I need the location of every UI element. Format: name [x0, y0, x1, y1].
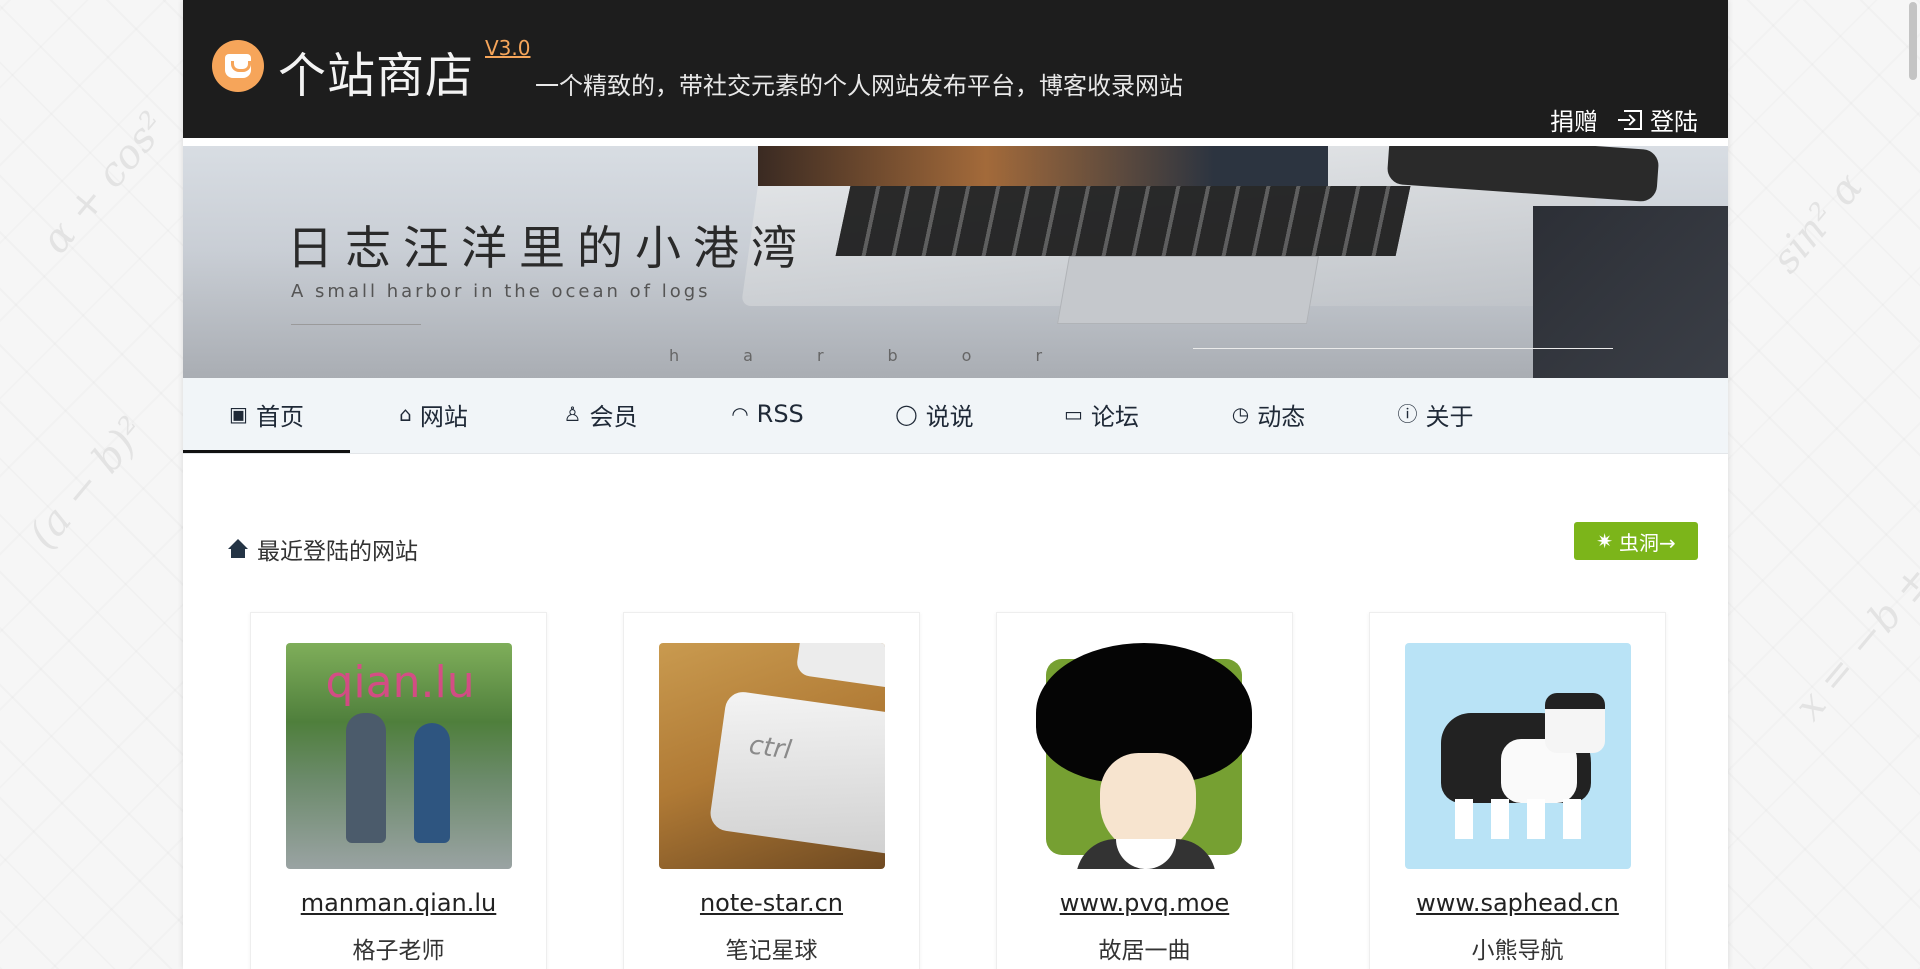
background-decoration: sin² α [1762, 164, 1872, 282]
site-card: ctrl note-star.cn 笔记星球 [623, 612, 920, 969]
site-tagline: 一个精致的，带社交元素的个人网站发布平台，博客收录网站 [535, 72, 1183, 100]
site-header: 个站商店 V3.0 一个精致的，带社交元素的个人网站发布平台，博客收录网站 捐赠… [183, 0, 1728, 146]
logo-bag-icon[interactable] [212, 40, 264, 92]
main-nav: ▣ 首页 ⌂ 网站 ♙ 会员 ◠ RSS ◯ 说说 ▭ 论坛 ◷ 动态 ⓘ 关于 [183, 378, 1728, 454]
keyboard-image [835, 186, 1411, 256]
site-url-link[interactable]: www.saphead.cn [1416, 889, 1619, 917]
forum-icon: ▭ [1064, 402, 1083, 426]
nav-label: 首页 [255, 402, 304, 431]
site-avatar[interactable]: qian.lu [285, 643, 512, 869]
header-actions: 捐赠 登陆 [1550, 102, 1698, 137]
avatar-watermark: qian.lu [325, 657, 475, 708]
scrollbar-thumb[interactable] [1909, 2, 1917, 80]
banner-line [1193, 348, 1613, 349]
login-label: 登陆 [1650, 108, 1698, 136]
site-avatar[interactable] [1031, 643, 1258, 869]
calendar-icon: ▣ [229, 402, 248, 426]
site-card: www.saphead.cn 小熊导航 [1369, 612, 1666, 969]
user-icon: ♙ [563, 402, 582, 426]
home-icon: ⌂ [399, 402, 412, 426]
nav-label: 会员 [589, 402, 638, 431]
site-name: 格子老师 [352, 938, 445, 964]
nav-item-sites[interactable]: ⌂ 网站 [350, 378, 517, 453]
nav-label: 网站 [419, 402, 468, 431]
login-link[interactable]: 登陆 [1618, 102, 1698, 137]
nav-item-posts[interactable]: ◯ 说说 [851, 378, 1018, 453]
login-icon [1618, 109, 1642, 130]
bug-icon: ✷ [1596, 529, 1613, 553]
background-decoration: (a − b)² [20, 408, 156, 558]
site-card-list: qian.lu manman.qian.lu 格子老师 ctrl note-st… [250, 612, 1666, 969]
banner-subtitle: A small harbor in the ocean of logs [291, 281, 711, 302]
site-name: 小熊导航 [1471, 938, 1564, 964]
nav-label: 动态 [1257, 402, 1306, 431]
site-url-link[interactable]: manman.qian.lu [301, 889, 497, 917]
nav-item-members[interactable]: ♙ 会员 [517, 378, 684, 453]
section-heading: 最近登陆的网站 [227, 532, 418, 566]
site-url-link[interactable]: note-star.cn [700, 889, 843, 917]
background-decoration: α + cos² [32, 103, 177, 263]
site-name: 故居一曲 [1098, 938, 1191, 964]
wormhole-button[interactable]: ✷ 虫洞→ [1574, 522, 1698, 560]
timer-icon: ◷ [1231, 402, 1250, 426]
site-title[interactable]: 个站商店 [278, 36, 474, 106]
nav-label: 论坛 [1090, 402, 1139, 431]
nav-item-about[interactable]: ⓘ 关于 [1352, 378, 1519, 453]
info-icon: ⓘ [1397, 402, 1418, 426]
donate-label: 捐赠 [1550, 108, 1598, 136]
wormhole-label: 虫洞→ [1619, 530, 1676, 555]
trackpad-image [1057, 256, 1319, 324]
laptop-screen-image [758, 146, 1328, 186]
site-name: 笔记星球 [725, 938, 818, 964]
home-icon [227, 539, 249, 559]
background-decoration: x = −b ± [1785, 556, 1920, 730]
main-page: 个站商店 V3.0 一个精致的，带社交元素的个人网站发布平台，博客收录网站 捐赠… [183, 0, 1728, 969]
banner-divider [291, 324, 421, 325]
nav-label: 关于 [1425, 402, 1474, 431]
site-url-link[interactable]: www.pvq.moe [1060, 889, 1229, 917]
hero-banner: 日志汪洋里的小港湾 A small harbor in the ocean of… [183, 146, 1728, 378]
desk-image [1533, 206, 1728, 378]
page-scrollbar[interactable] [1906, 0, 1920, 969]
nav-item-forum[interactable]: ▭ 论坛 [1018, 378, 1185, 453]
site-avatar[interactable]: ctrl [658, 643, 885, 869]
site-card: qian.lu manman.qian.lu 格子老师 [250, 612, 547, 969]
section-title: 最近登陆的网站 [257, 539, 418, 565]
rss-icon: ◠ [731, 402, 749, 426]
chat-icon: ◯ [895, 402, 918, 426]
nav-label: 说说 [925, 402, 974, 431]
nav-item-home[interactable]: ▣ 首页 [183, 378, 350, 453]
banner-letters: harbor [669, 346, 1107, 365]
version-link[interactable]: V3.0 [485, 36, 531, 60]
nav-item-activity[interactable]: ◷ 动态 [1185, 378, 1352, 453]
avatar-key-text: ctrl [746, 730, 793, 766]
site-card: www.pvq.moe 故居一曲 [996, 612, 1293, 969]
site-avatar[interactable] [1404, 643, 1631, 869]
nav-label: RSS [756, 400, 804, 428]
donate-link[interactable]: 捐赠 [1550, 102, 1598, 137]
nav-item-rss[interactable]: ◠ RSS [684, 378, 851, 453]
banner-title: 日志汪洋里的小港湾 [287, 221, 809, 275]
